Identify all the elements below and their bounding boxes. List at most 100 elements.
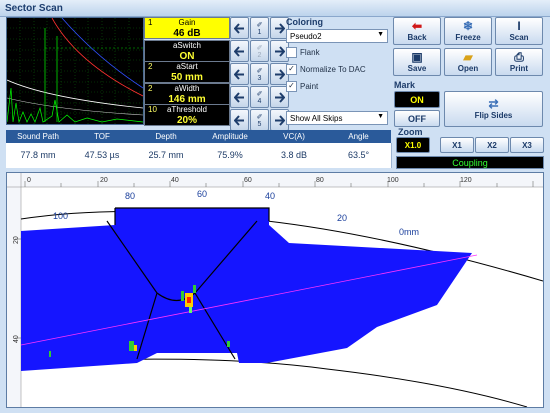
zoom-x3-button[interactable]: X3 bbox=[510, 137, 544, 153]
right-arrow-icon bbox=[275, 68, 285, 80]
decrease-arrow-button[interactable] bbox=[230, 40, 249, 62]
param-row-3-controls: ✐ 3 bbox=[230, 63, 289, 85]
sector-scan-image: 0 20 40 60 80 100 120 20 40 100 80 60 40… bbox=[7, 173, 544, 408]
right-arrow-icon bbox=[275, 22, 285, 34]
step-number: 3 bbox=[257, 74, 262, 82]
flip-sides-label: Flip Sides bbox=[474, 111, 513, 120]
param-step-controls: ✐ 1 ✐ 2 ✐ 3 ✐ 4 ✐ 5 bbox=[230, 17, 289, 131]
measurement-header: Depth bbox=[134, 130, 198, 143]
scan-button[interactable]: I Scan bbox=[495, 17, 543, 45]
left-arrow-icon bbox=[234, 114, 244, 126]
zoom-x1-button[interactable]: X1 bbox=[440, 137, 474, 153]
step-button[interactable]: ✐ 3 bbox=[250, 63, 269, 85]
param-a-width[interactable]: 2 aWidth 146 mm bbox=[144, 83, 230, 105]
param-gain[interactable]: 1 Gain 46 dB bbox=[144, 17, 230, 39]
paint-checkbox-label: Paint bbox=[300, 82, 319, 91]
step-button[interactable]: ✐ 2 bbox=[250, 40, 269, 62]
step-icon: ✐ bbox=[256, 90, 263, 98]
param-a-threshold-value: 20% bbox=[176, 115, 197, 126]
arc-label: 60 bbox=[197, 189, 207, 199]
snowflake-icon: ❄ bbox=[462, 19, 474, 33]
step-icon: ✐ bbox=[256, 21, 263, 29]
measurement-header: Sound Path bbox=[6, 130, 70, 143]
sector-scan-view[interactable]: 0 20 40 60 80 100 120 20 40 100 80 60 40… bbox=[6, 172, 544, 408]
back-arrow-icon: ⬅ bbox=[411, 19, 423, 33]
top-ruler-tick: 80 bbox=[316, 177, 324, 184]
normalize-dac-checkbox[interactable]: ✓ Normalize To DAC bbox=[286, 64, 366, 75]
back-button-label: Back bbox=[407, 33, 427, 42]
step-button[interactable]: ✐ 1 bbox=[250, 17, 269, 39]
freeze-button-label: Freeze bbox=[455, 33, 481, 42]
param-a-start-label: aStart bbox=[176, 62, 198, 71]
open-button[interactable]: ▰ Open bbox=[444, 48, 492, 76]
save-button-label: Save bbox=[407, 64, 427, 73]
param-a-start-value: 50 mm bbox=[171, 72, 203, 83]
param-a-start[interactable]: 2 aStart 50 mm bbox=[144, 61, 230, 83]
measurement-header: Amplitude bbox=[198, 130, 262, 143]
flank-checkbox-label: Flank bbox=[300, 48, 320, 57]
param-row-1-controls: ✐ 1 bbox=[230, 17, 289, 39]
paint-checkbox[interactable]: ✓ Paint bbox=[286, 81, 318, 92]
zoom-x1-0-button[interactable]: X1.0 bbox=[396, 137, 430, 153]
scan-cursor-icon: I bbox=[517, 19, 521, 33]
measurement-header: Angle bbox=[326, 130, 391, 143]
step-number: 2 bbox=[257, 51, 262, 59]
left-arrow-icon bbox=[234, 45, 244, 57]
coloring-title: Coloring bbox=[286, 17, 323, 27]
part-bottom-surface bbox=[20, 358, 528, 408]
decrease-arrow-button[interactable] bbox=[230, 63, 249, 85]
paint-checkbox-box[interactable]: ✓ bbox=[286, 81, 297, 92]
param-row-5-controls: ✐ 5 bbox=[230, 109, 289, 131]
step-button[interactable]: ✐ 5 bbox=[250, 109, 269, 131]
measurement-value-sound-path: 77.8 mm bbox=[6, 143, 71, 168]
measurement-value-angle: 63.5° bbox=[326, 143, 392, 168]
open-button-label: Open bbox=[457, 64, 479, 73]
decrease-arrow-button[interactable] bbox=[230, 17, 249, 39]
param-a-switch[interactable]: aSwitch ON bbox=[144, 40, 230, 62]
scan-button-label: Scan bbox=[509, 33, 529, 42]
mark-off-button[interactable]: OFF bbox=[394, 110, 440, 127]
measurement-value-vca: 3.8 dB bbox=[262, 143, 327, 168]
flank-checkbox[interactable]: Flank bbox=[286, 47, 320, 58]
step-number: 5 bbox=[257, 120, 262, 128]
top-ruler-tick: 20 bbox=[100, 177, 108, 184]
top-ruler-tick: 60 bbox=[244, 177, 252, 184]
param-a-switch-label: aSwitch bbox=[172, 41, 201, 50]
param-gain-label: Gain bbox=[178, 18, 196, 27]
skips-select-value: Show All Skips bbox=[290, 114, 343, 123]
step-icon: ✐ bbox=[256, 67, 263, 75]
arc-label: 100 bbox=[53, 211, 68, 221]
back-button[interactable]: ⬅ Back bbox=[393, 17, 441, 45]
normalize-dac-checkbox-label: Normalize To DAC bbox=[300, 65, 366, 74]
left-arrow-icon bbox=[234, 68, 244, 80]
top-ruler-tick: 40 bbox=[171, 177, 179, 184]
measurement-value-amplitude: 75.9% bbox=[198, 143, 263, 168]
print-button[interactable]: ⎙ Print bbox=[495, 48, 543, 76]
arc-label: 20 bbox=[337, 213, 347, 223]
top-ruler-tick: 0 bbox=[27, 177, 31, 184]
arc-label: 40 bbox=[265, 191, 275, 201]
flip-sides-button[interactable]: ⇄ Flip Sides bbox=[444, 91, 543, 127]
save-button[interactable]: ▣ Save bbox=[393, 48, 441, 76]
mark-on-button[interactable]: ON bbox=[394, 91, 440, 108]
decrease-arrow-button[interactable] bbox=[230, 109, 249, 131]
mark-title: Mark bbox=[394, 80, 416, 90]
window-title: Sector Scan bbox=[0, 0, 550, 17]
right-arrow-icon bbox=[275, 114, 285, 126]
skips-select[interactable]: Show All Skips ▼ bbox=[286, 111, 388, 125]
freeze-button[interactable]: ❄ Freeze bbox=[444, 17, 492, 45]
right-arrow-icon bbox=[275, 45, 285, 57]
param-a-threshold-label: aThreshold bbox=[166, 105, 208, 114]
palette-select[interactable]: Pseudo2 ▼ bbox=[286, 29, 388, 43]
floppy-disk-icon: ▣ bbox=[411, 50, 423, 64]
left-ruler-tick: 20 bbox=[13, 236, 20, 244]
step-icon: ✐ bbox=[256, 44, 263, 52]
param-row-2-controls: ✐ 2 bbox=[230, 40, 289, 62]
step-button[interactable]: ✐ 4 bbox=[250, 86, 269, 108]
normalize-dac-checkbox-box[interactable]: ✓ bbox=[286, 64, 297, 75]
param-a-threshold[interactable]: 10 aThreshold 20% bbox=[144, 104, 230, 126]
zoom-x2-button[interactable]: X2 bbox=[475, 137, 509, 153]
decrease-arrow-button[interactable] bbox=[230, 86, 249, 108]
left-ruler-tick: 40 bbox=[13, 335, 20, 343]
flank-checkbox-box[interactable] bbox=[286, 47, 297, 58]
